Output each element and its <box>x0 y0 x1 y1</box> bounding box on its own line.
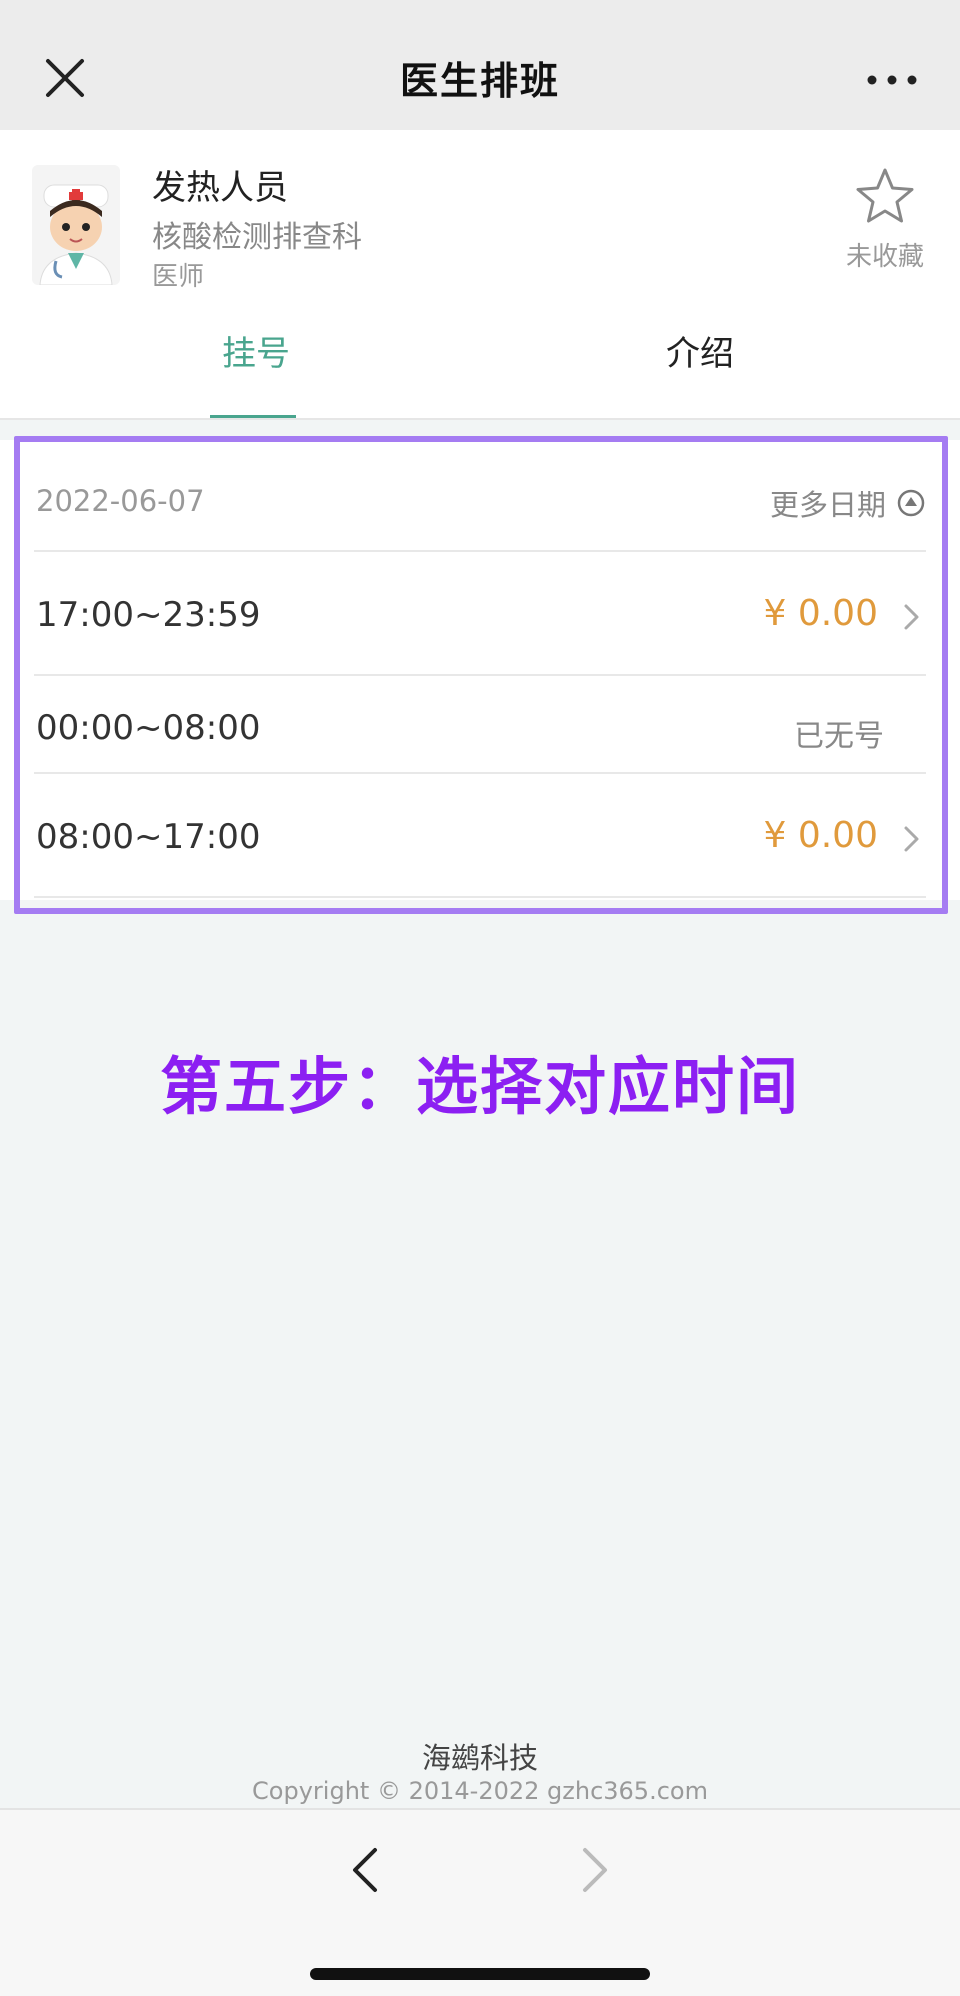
footer-copyright: Copyright © 2014-2022 gzhc365.com <box>252 1777 708 1805</box>
tab-register[interactable]: 挂号 <box>16 300 496 420</box>
home-indicator <box>310 1968 650 1980</box>
back-arrow-icon[interactable] <box>345 1840 385 1900</box>
tab-bar: 挂号 介绍 <box>0 300 960 420</box>
highlight-frame <box>14 436 948 914</box>
doctor-title: 医师 <box>152 262 205 292</box>
top-nav-bar: 医生排班 <box>0 0 960 130</box>
more-icon[interactable] <box>862 60 922 100</box>
forward-arrow-icon[interactable] <box>575 1840 615 1900</box>
tab-introduction[interactable]: 介绍 <box>460 300 940 420</box>
step-annotation: 第五步：选择对应时间 <box>159 1050 800 1123</box>
page-title: 医生排班 <box>399 59 560 103</box>
doctor-header: 发热人员 核酸检测排查科 医师 未收藏 挂号 介绍 <box>0 130 960 420</box>
favorite-label: 未收藏 <box>845 242 924 272</box>
star-outline-icon <box>856 168 914 223</box>
divider <box>0 418 960 420</box>
tab-register-label: 挂号 <box>222 334 290 374</box>
browser-toolbar <box>0 1808 960 1996</box>
doctor-name: 发热人员 <box>152 168 288 208</box>
doctor-avatar-icon <box>32 165 120 285</box>
tab-introduction-label: 介绍 <box>666 334 734 374</box>
favorite-button[interactable]: 未收藏 <box>840 166 930 273</box>
footer-brand: 海鹚科技 <box>421 1741 538 1775</box>
doctor-department: 核酸检测排查科 <box>152 220 362 255</box>
